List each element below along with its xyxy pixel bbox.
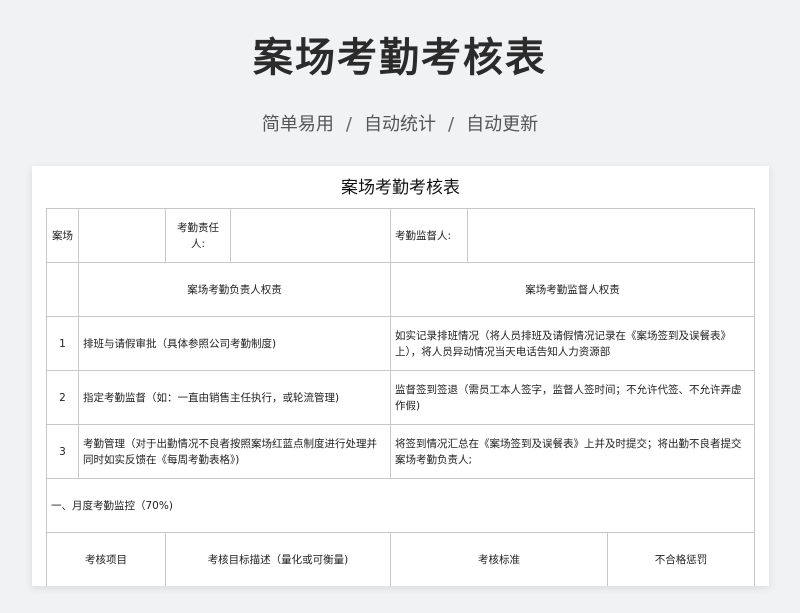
page-title: 案场考勤考核表 bbox=[253, 35, 547, 81]
supervisor-duty: 如实记录排班情况（将人员排班及请假情况记录在《案场签到及误餐表》上），将人员异动… bbox=[390, 316, 755, 371]
supervisor-duty: 将签到情况汇总在《案场签到及误餐表》上并及时提交；将出勤不良者提交案场考勤负责人… bbox=[390, 424, 755, 479]
subtitle-separator: / bbox=[345, 114, 352, 135]
subtitle-separator: / bbox=[448, 114, 455, 135]
page-subtitle: 简单易用 / 自动统计 / 自动更新 bbox=[0, 112, 800, 138]
supervisor-duty: 监督签到签退（需员工本人签字，监督人签时间；不允许代签、不允许弄虚作假) bbox=[390, 370, 755, 425]
section-heading: 一、月度考勤监控（70%) bbox=[46, 478, 755, 533]
info-row: 案场 考勤责任人: 考勤监督人: bbox=[46, 208, 755, 263]
subtitle-item: 简单易用 bbox=[261, 114, 334, 135]
duties-header-blank bbox=[46, 262, 79, 317]
sheet-title: 案场考勤考核表 bbox=[341, 178, 460, 198]
section-row: 一、月度考勤监控（70%) bbox=[46, 478, 755, 533]
responsible-duty: 指定考勤监督（如：一直由销售主任执行，或轮流管理) bbox=[78, 370, 391, 425]
duty-row: 3 考勤管理（对于出勤情况不良者按照案场红蓝点制度进行处理并同时如实反馈在《每周… bbox=[46, 424, 755, 479]
responsible-duties-header: 案场考勤负责人权责 bbox=[78, 262, 391, 317]
site-label: 案场 bbox=[46, 208, 79, 263]
spreadsheet-preview: 案场考勤考核表 案场 考勤责任人: 考勤监督人: 案场考勤负责人权责 案场考勤监… bbox=[32, 166, 769, 586]
attendance-table: 案场 考勤责任人: 考勤监督人: 案场考勤负责人权责 案场考勤监督人权责 1 排… bbox=[46, 208, 755, 586]
responsible-duty: 考勤管理（对于出勤情况不良者按照案场红蓝点制度进行处理并同时如实反馈在《每周考勤… bbox=[78, 424, 391, 479]
criteria-header-item: 考核项目 bbox=[46, 532, 166, 586]
site-value-cell[interactable] bbox=[78, 208, 166, 263]
duty-number: 3 bbox=[46, 424, 79, 479]
criteria-header-standard: 考核标准 bbox=[390, 532, 608, 586]
duty-number: 2 bbox=[46, 370, 79, 425]
criteria-header-target: 考核目标描述（量化或可衡量) bbox=[165, 532, 391, 586]
subtitle-item: 自动统计 bbox=[364, 114, 436, 135]
supervisor-duties-header: 案场考勤监督人权责 bbox=[390, 262, 755, 317]
responsible-duty: 排班与请假审批（具体参照公司考勤制度) bbox=[78, 316, 391, 371]
criteria-header-row: 考核项目 考核目标描述（量化或可衡量) 考核标准 不合格惩罚 bbox=[46, 532, 755, 586]
supervisor-value-cell[interactable] bbox=[467, 208, 755, 263]
duties-header-row: 案场考勤负责人权责 案场考勤监督人权责 bbox=[46, 262, 755, 317]
duty-row: 2 指定考勤监督（如：一直由销售主任执行，或轮流管理) 监督签到签退（需员工本人… bbox=[46, 370, 755, 425]
duty-number: 1 bbox=[46, 316, 79, 371]
responsible-value-cell[interactable] bbox=[230, 208, 391, 263]
supervisor-label: 考勤监督人: bbox=[390, 208, 468, 263]
subtitle-item: 自动更新 bbox=[466, 114, 539, 135]
criteria-header-penalty: 不合格惩罚 bbox=[607, 532, 755, 586]
duty-row: 1 排班与请假审批（具体参照公司考勤制度) 如实记录排班情况（将人员排班及请假情… bbox=[46, 316, 755, 371]
responsible-label: 考勤责任人: bbox=[165, 208, 231, 263]
